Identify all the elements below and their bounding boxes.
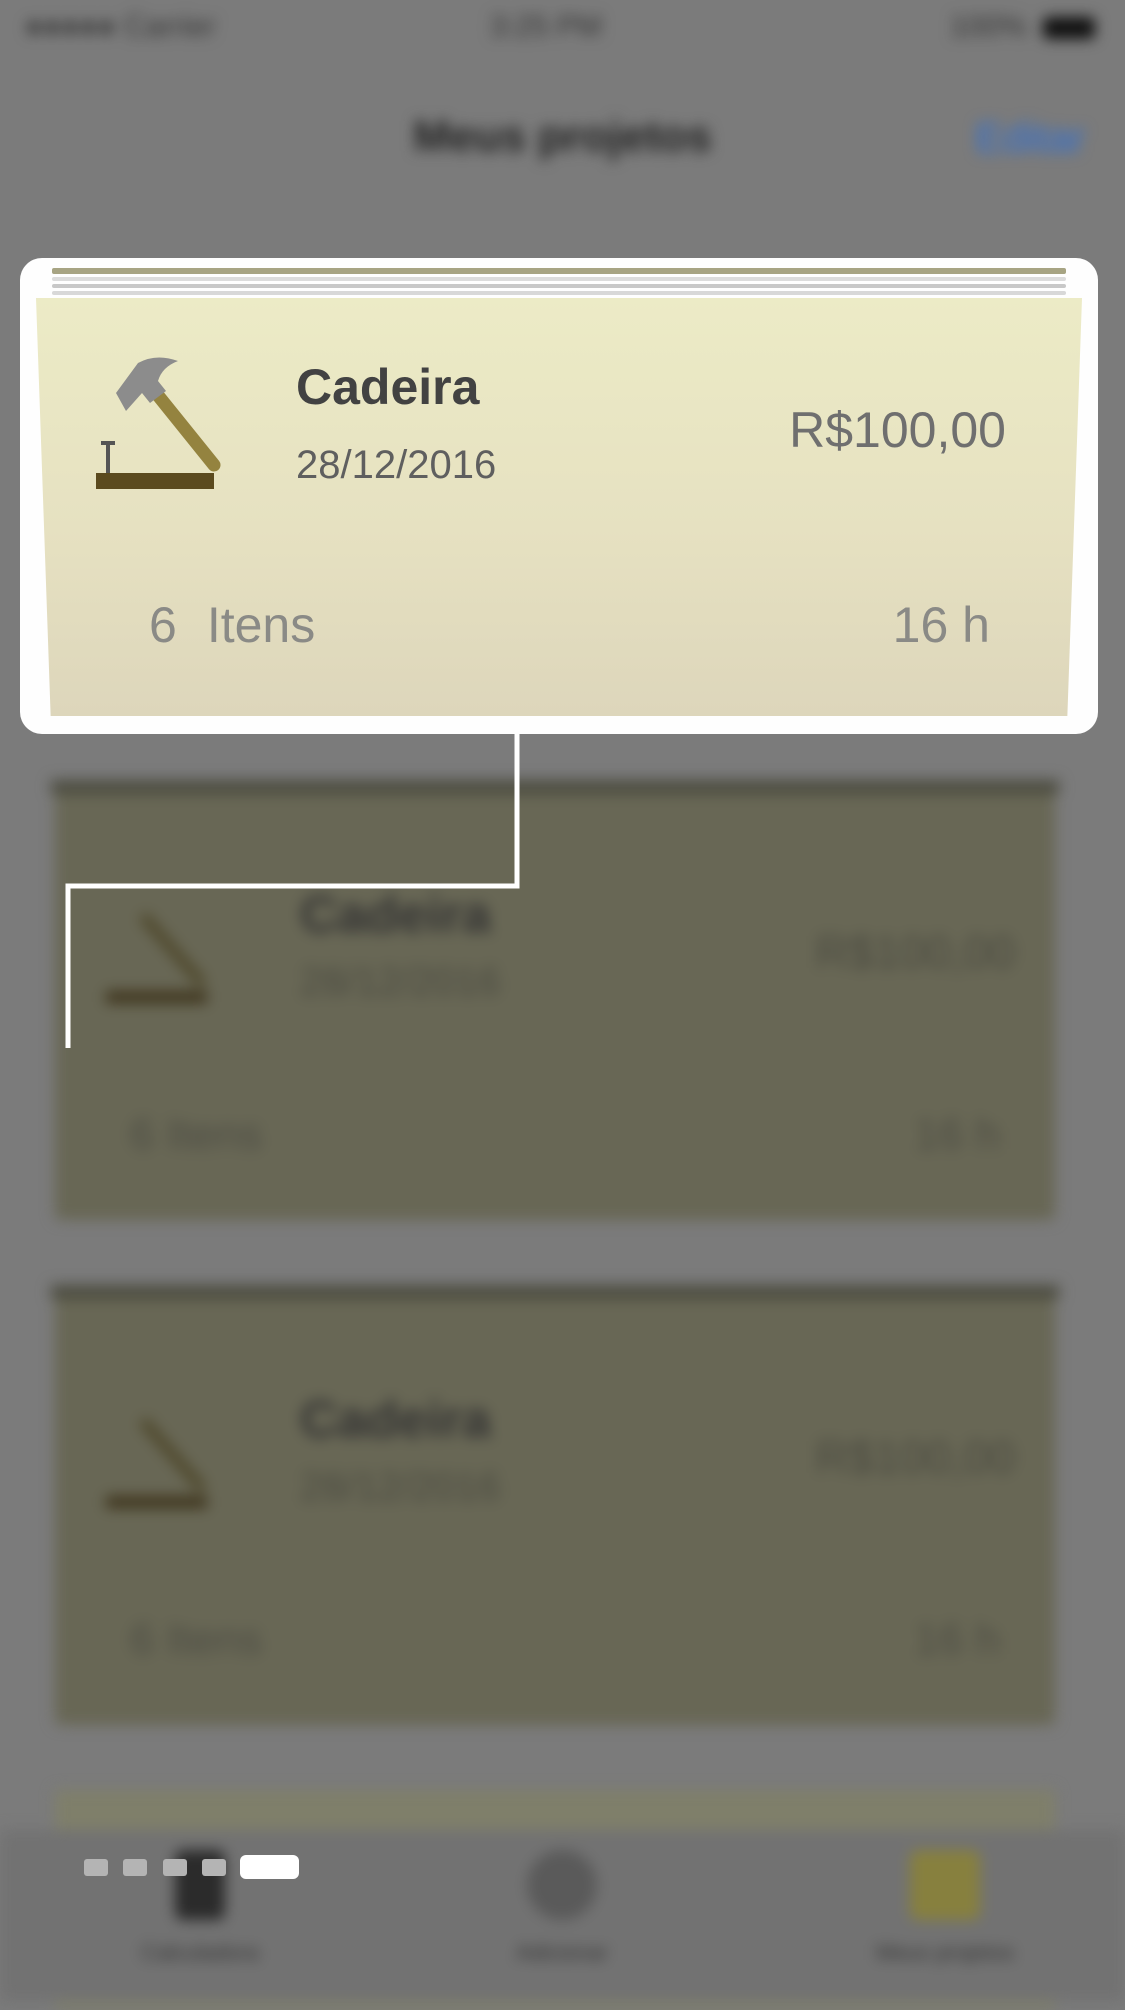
tab-add[interactable]: Adicionar bbox=[412, 1850, 712, 1966]
tab-bar: Calculadora Adicionar Meus projetos bbox=[0, 1830, 1125, 2001]
battery-icon bbox=[1043, 17, 1095, 40]
page-title: Meus projetos bbox=[413, 112, 712, 161]
highlight-frame: Cadeira 28/12/2016 R$100,00 6 Itens 16 h bbox=[20, 258, 1098, 734]
hammer-nail-icon bbox=[106, 912, 208, 1004]
project-card[interactable]: Cadeira 28/12/2016 R$100,00 6 Itens 16 h bbox=[51, 1285, 1059, 1725]
project-item-count: 6 Itens bbox=[130, 1615, 263, 1664]
page-dot[interactable] bbox=[123, 1859, 147, 1876]
project-date: 28/12/2016 bbox=[300, 960, 501, 1004]
page-dot-active[interactable] bbox=[240, 1855, 299, 1879]
card-pages-edge bbox=[51, 780, 1059, 794]
project-date: 28/12/2016 bbox=[296, 443, 497, 487]
project-hours: 16 h bbox=[914, 1615, 1000, 1664]
project-hours: 16 h bbox=[892, 597, 990, 653]
card-pages-edge bbox=[51, 1285, 1059, 1299]
project-name: Cadeira bbox=[296, 359, 480, 415]
hammer-nail-icon bbox=[96, 357, 221, 489]
page-dot[interactable] bbox=[84, 1859, 108, 1876]
battery-percent: 100% bbox=[949, 10, 1027, 43]
status-bar: ●●●●● Carrier 3:25 PM 100% bbox=[0, 0, 1125, 60]
card-pages-edge bbox=[50, 268, 1068, 298]
project-price: R$100,00 bbox=[789, 402, 1006, 458]
project-item-count: 6 Itens bbox=[149, 596, 315, 654]
page-dot[interactable] bbox=[202, 1859, 226, 1876]
project-item-count: 6 Itens bbox=[130, 1110, 263, 1159]
battery-indicator: 100% bbox=[950, 10, 1095, 44]
project-name: Cadeira bbox=[300, 886, 491, 944]
tab-label: Calculadora bbox=[141, 1940, 259, 1965]
project-card[interactable]: Cadeira 28/12/2016 R$100,00 6 Itens 16 h bbox=[51, 780, 1059, 1220]
share-icon bbox=[527, 1850, 597, 1920]
project-price: R$100,00 bbox=[815, 926, 1016, 978]
project-name: Cadeira bbox=[300, 1391, 491, 1449]
edit-button[interactable]: Editar bbox=[975, 114, 1085, 162]
tab-my-projects[interactable]: Meus projetos bbox=[795, 1850, 1095, 1966]
project-price: R$100,00 bbox=[815, 1431, 1016, 1483]
project-card[interactable]: Cadeira 28/12/2016 R$100,00 6 Itens 16 h bbox=[36, 298, 1082, 716]
tab-label: Adicionar bbox=[516, 1940, 608, 1965]
project-date: 28/12/2016 bbox=[300, 1465, 501, 1509]
tab-label: Meus projetos bbox=[875, 1940, 1015, 1965]
item-count-label: Itens bbox=[206, 597, 316, 653]
project-hours: 16 h bbox=[914, 1110, 1000, 1159]
clock: 3:25 PM bbox=[490, 10, 602, 43]
hammer-nail-icon bbox=[106, 1417, 208, 1509]
page-dot[interactable] bbox=[163, 1859, 187, 1876]
carrier-label: ●●●●● Carrier bbox=[25, 10, 216, 43]
folder-icon bbox=[910, 1850, 980, 1920]
item-count-value: 6 bbox=[149, 597, 177, 653]
